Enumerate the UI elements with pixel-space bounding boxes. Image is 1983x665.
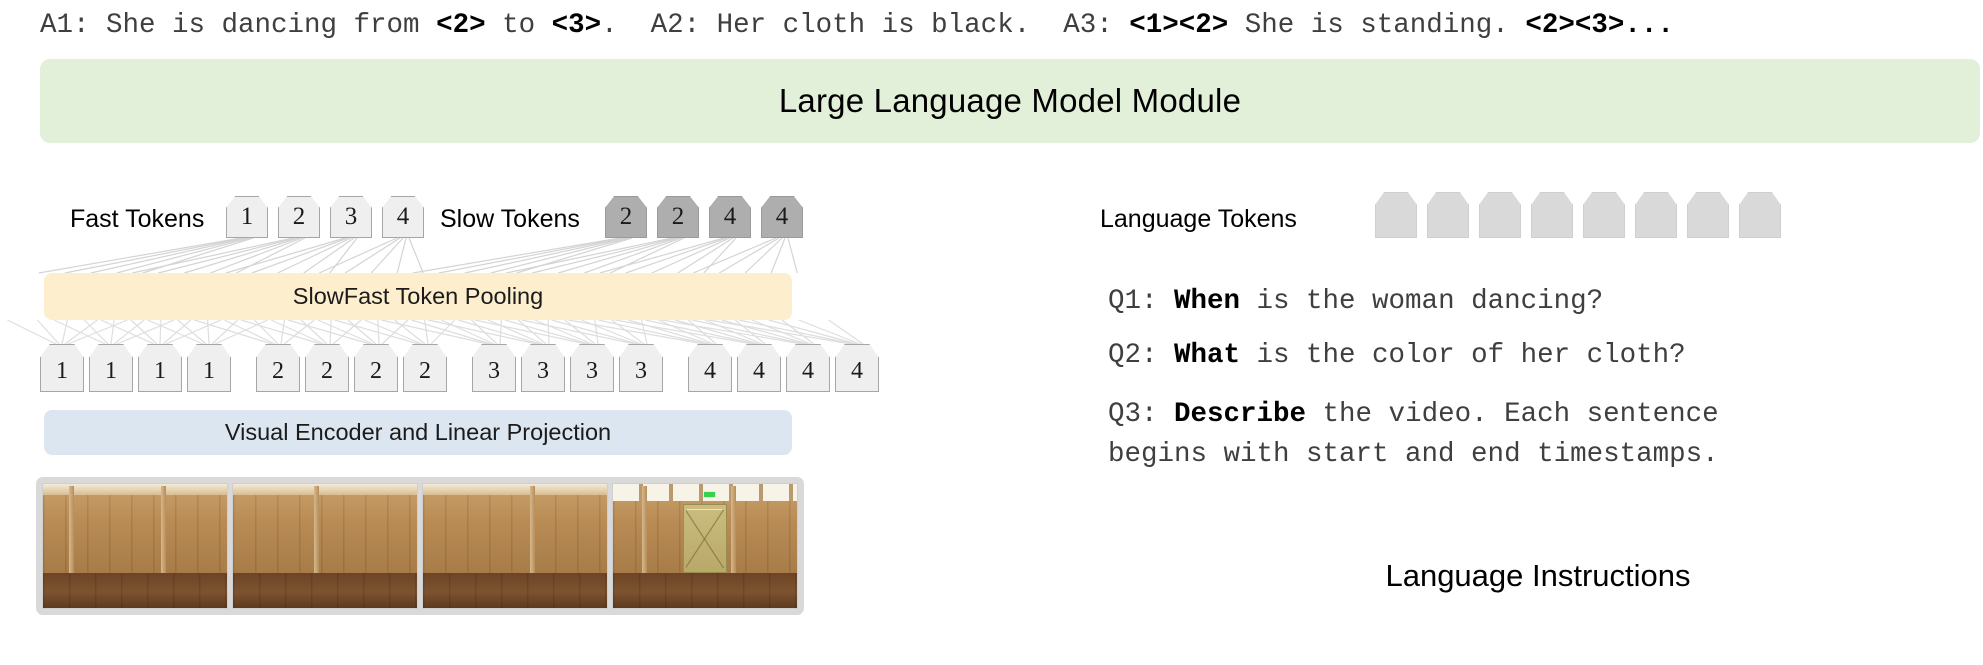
fast-token-2: 2 xyxy=(278,196,320,238)
visual-token-7: 2 xyxy=(354,344,398,392)
text-segment-0: Q2: xyxy=(1108,339,1175,371)
llm-module-label: Large Language Model Module xyxy=(778,82,1242,119)
visual-encoder-module: Visual Encoder and Linear Projection xyxy=(44,410,792,455)
highlight-segment-1: What xyxy=(1174,339,1241,371)
highlight-segment-5: <1><2> xyxy=(1129,9,1229,41)
highlight-segment-1: <2> xyxy=(436,9,486,41)
language-token-4 xyxy=(1531,192,1573,238)
text-segment-4: . A2: Her cloth is black. A3: xyxy=(601,9,1130,41)
language-token-2 xyxy=(1427,192,1469,238)
answer-strip: A1: She is dancing from <2> to <3>. A2: … xyxy=(40,4,1980,46)
visual-token-10: 3 xyxy=(521,344,565,392)
slow-tokens-label: Slow Tokens xyxy=(440,205,580,233)
visual-token-4: 1 xyxy=(187,344,231,392)
visual-token-group-1: 1111 xyxy=(40,344,231,392)
question-list: Q1: When is the woman dancing? Q2: What … xyxy=(1108,288,1968,501)
slow-token-3: 4 xyxy=(709,196,751,238)
visual-token-14: 4 xyxy=(737,344,781,392)
text-segment-0: Q1: xyxy=(1108,286,1175,317)
video-frame-2 xyxy=(232,483,418,609)
text-segment-0: Q3: xyxy=(1108,399,1175,430)
visual-token-9: 3 xyxy=(472,344,516,392)
visual-token-12: 3 xyxy=(619,344,663,392)
highlight-segment-3: <3> xyxy=(551,9,602,41)
visual-token-1: 1 xyxy=(40,344,84,392)
visual-token-5: 2 xyxy=(256,344,300,392)
visual-token-13: 4 xyxy=(688,344,732,392)
exit-sign xyxy=(703,491,717,499)
highlight-segment-1: When xyxy=(1174,286,1241,317)
fast-tokens-label: Fast Tokens xyxy=(70,205,205,233)
text-segment-0: A1: She is dancing from xyxy=(40,9,437,41)
question-3: Q3: Describe the video. Each sentence be… xyxy=(1108,395,1968,475)
slow-token-1: 2 xyxy=(605,196,647,238)
language-token-6 xyxy=(1635,192,1677,238)
fast-token-3: 3 xyxy=(330,196,372,238)
language-token-7 xyxy=(1687,192,1729,238)
question-2: Q2: What is the color of her cloth? xyxy=(1108,339,1968,371)
highlight-segment-1: Describe xyxy=(1174,399,1307,430)
text-segment-2: to xyxy=(485,9,552,41)
language-token-group xyxy=(1375,192,1781,238)
visual-token-group-2: 2222 xyxy=(256,344,447,392)
visual-token-11: 3 xyxy=(570,344,614,392)
language-token-1 xyxy=(1375,192,1417,238)
visual-token-3: 1 xyxy=(138,344,182,392)
visual-token-group-4: 4444 xyxy=(688,344,879,392)
video-frame-1 xyxy=(42,483,228,609)
text-segment-2: is the color of her cloth? xyxy=(1240,339,1686,371)
visual-token-15: 4 xyxy=(786,344,830,392)
barn-door xyxy=(682,503,728,574)
language-token-5 xyxy=(1583,192,1625,238)
visual-token-2: 1 xyxy=(89,344,133,392)
language-token-row: Language Tokens xyxy=(1100,190,1980,238)
slow-token-group: 2244 xyxy=(605,196,803,238)
encoder-module-label: Visual Encoder and Linear Projection xyxy=(224,419,612,445)
visual-token-8: 2 xyxy=(403,344,447,392)
video-frame-3 xyxy=(422,483,608,609)
text-segment-2: is the woman dancing? xyxy=(1240,286,1604,317)
language-token-8 xyxy=(1739,192,1781,238)
visual-token-group-3: 3333 xyxy=(472,344,663,392)
language-token-3 xyxy=(1479,192,1521,238)
fast-token-1: 1 xyxy=(226,196,268,238)
text-segment-6: She is standing. xyxy=(1228,9,1526,41)
visual-token-6: 2 xyxy=(305,344,349,392)
language-tokens-label: Language Tokens xyxy=(1100,205,1297,233)
video-frame-4 xyxy=(612,483,798,609)
language-instructions-caption: Language Instructions xyxy=(1385,558,1691,593)
video-frame-strip xyxy=(36,477,804,615)
slowfast-token-pooling-module: SlowFast Token Pooling xyxy=(44,273,792,320)
fast-token-group: 1234 xyxy=(226,196,424,238)
slow-token-4: 4 xyxy=(761,196,803,238)
visual-token-row: 1111222233334444 xyxy=(40,338,879,392)
visual-token-16: 4 xyxy=(835,344,879,392)
highlight-segment-7: <2><3>... xyxy=(1525,9,1674,41)
fast-slow-token-row: Fast Tokens 1234 Slow Tokens 2244 xyxy=(40,190,840,238)
question-1: Q1: When is the woman dancing? xyxy=(1108,288,1968,316)
fast-token-4: 4 xyxy=(382,196,424,238)
large-language-model-module: Large Language Model Module xyxy=(40,59,1980,143)
slow-token-2: 2 xyxy=(657,196,699,238)
pooling-module-label: SlowFast Token Pooling xyxy=(292,283,544,309)
